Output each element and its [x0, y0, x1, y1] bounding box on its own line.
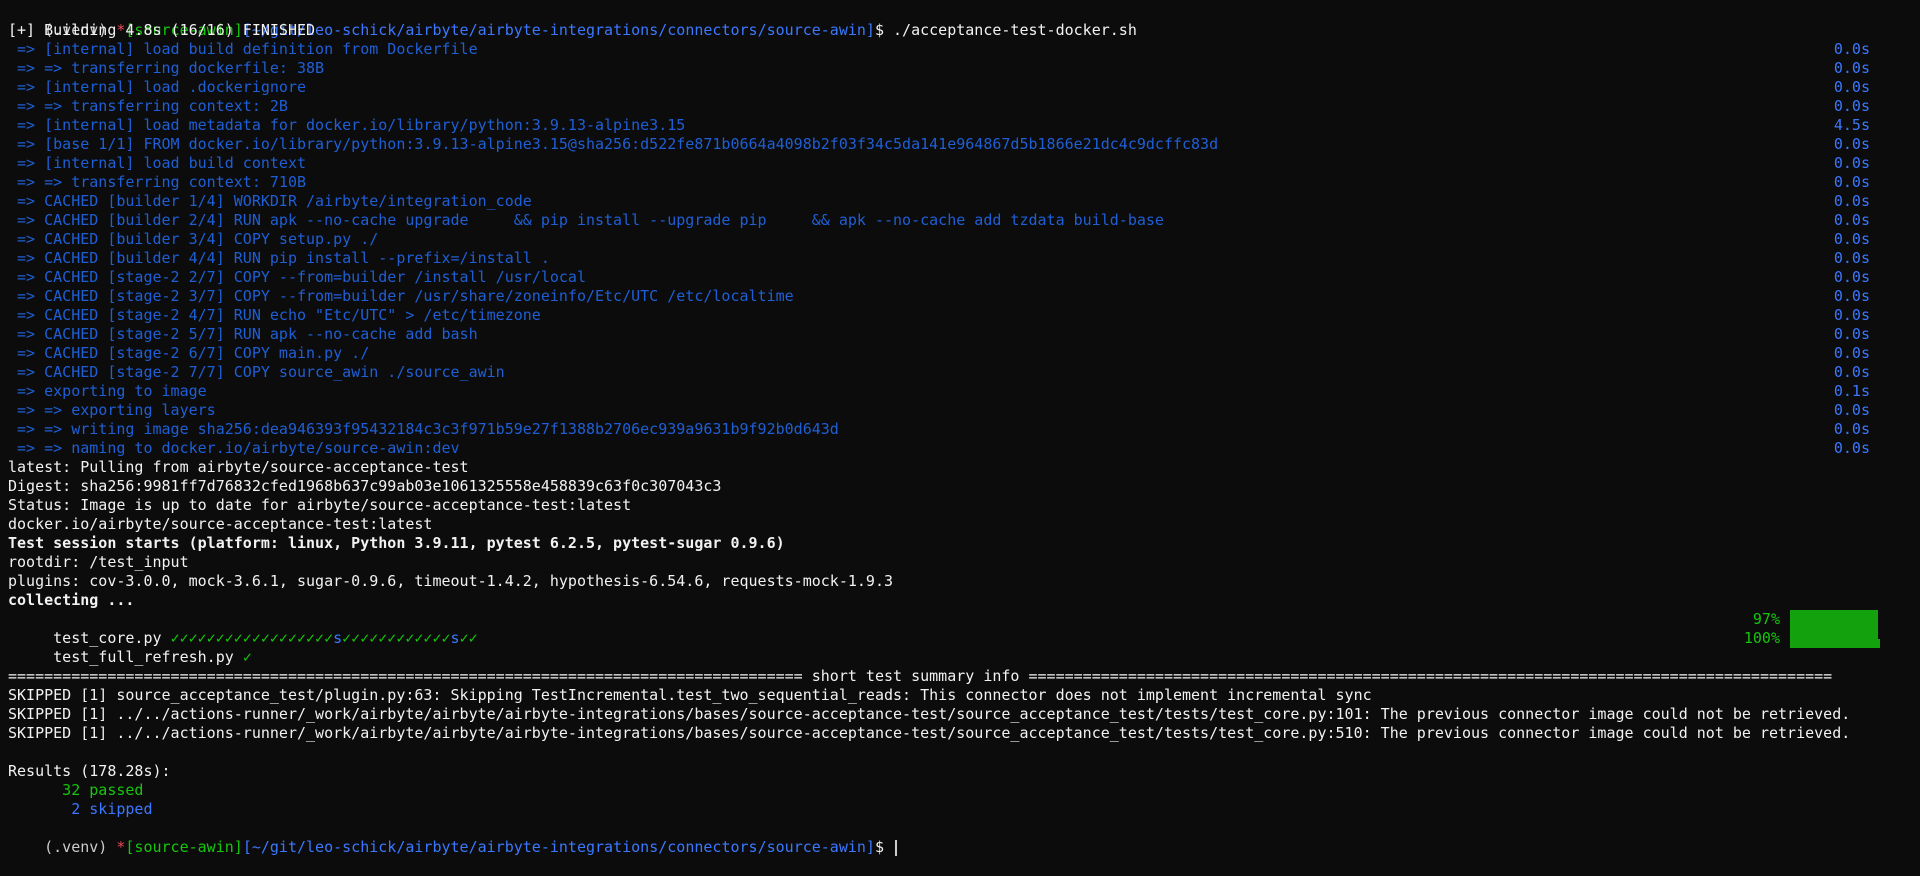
- skipped-list: SKIPPED [1] source_acceptance_test/plugi…: [8, 686, 1912, 743]
- build-step-text: => => transferring dockerfile: 38B: [8, 59, 325, 77]
- passed-count: 32 passed: [8, 781, 144, 799]
- build-step: => [base 1/1] FROM docker.io/library/pyt…: [8, 135, 1912, 154]
- build-step-time: 0.0s: [1833, 420, 1870, 438]
- build-step: => CACHED [builder 1/4] WORKDIR /airbyte…: [8, 192, 1912, 211]
- build-step-text: => CACHED [stage-2 4/7] RUN echo "Etc/UT…: [8, 306, 541, 324]
- build-step-text: => [base 1/1] FROM docker.io/library/pyt…: [8, 135, 1219, 153]
- build-step-time: 0.0s: [1833, 268, 1870, 286]
- pull-line: Status: Image is up to date for airbyte/…: [8, 496, 632, 514]
- build-step-text: => CACHED [stage-2 2/7] COPY --from=buil…: [8, 268, 586, 286]
- build-step: => CACHED [stage-2 6/7] COPY main.py ./ 0…: [8, 344, 1912, 363]
- build-step-text: => CACHED [stage-2 6/7] COPY main.py ./: [8, 344, 370, 362]
- build-step-time: 0.0s: [1833, 135, 1870, 153]
- build-step-text: => => writing image sha256:dea946393f954…: [8, 420, 839, 438]
- cwd-path: [~/git/leo-schick/airbyte/airbyte-integr…: [242, 838, 875, 856]
- build-step-time: 0.0s: [1833, 230, 1870, 248]
- build-step-text: => => naming to docker.io/airbyte/source…: [8, 439, 460, 457]
- build-step: => [internal] load .dockerignore 0.0s: [8, 78, 1912, 97]
- build-step-time: 0.0s: [1833, 154, 1870, 172]
- test-row-full-refresh: test_full_refresh.py ✓ 100%: [8, 629, 1912, 666]
- build-step-text: => CACHED [stage-2 5/7] RUN apk --no-cac…: [8, 325, 478, 343]
- build-step: => CACHED [stage-2 2/7] COPY --from=buil…: [8, 268, 1912, 287]
- build-step-text: => exporting to image: [8, 382, 207, 400]
- build-step: => [internal] load build context 0.0s: [8, 154, 1912, 173]
- build-step-time: 0.0s: [1833, 173, 1870, 191]
- build-step-text: => => exporting layers: [8, 401, 216, 419]
- plugins-line: plugins: cov-3.0.0, mock-3.6.1, sugar-0.…: [8, 572, 894, 590]
- pull-line: latest: Pulling from airbyte/source-acce…: [8, 458, 469, 476]
- build-step: => [internal] load build definition from…: [8, 40, 1912, 59]
- skipped-line: SKIPPED [1] source_acceptance_test/plugi…: [8, 686, 1372, 704]
- build-step-time: 0.0s: [1833, 401, 1870, 419]
- build-step-time: 0.0s: [1833, 78, 1870, 96]
- build-step-time: 4.5s: [1833, 116, 1870, 134]
- session-start: Test session starts (platform: linux, Py…: [8, 534, 785, 552]
- build-step: => => transferring dockerfile: 38B 0.0s: [8, 59, 1912, 78]
- build-step: => CACHED [stage-2 5/7] RUN apk --no-cac…: [8, 325, 1912, 344]
- build-step-text: => => transferring context: 2B: [8, 97, 288, 115]
- collecting-line: collecting ...: [8, 591, 135, 609]
- progress-percent: 97%: [1752, 610, 1780, 628]
- skipped-count: 2 skipped: [8, 800, 153, 818]
- rootdir-line: rootdir: /test_input: [8, 553, 189, 571]
- test-row-core: test_core.py ✓✓✓✓✓✓✓✓✓✓✓✓✓✓✓✓✓✓s✓✓✓✓✓✓✓✓…: [8, 610, 1912, 648]
- build-step-text: => CACHED [builder 3/4] COPY setup.py ./: [8, 230, 379, 248]
- build-step: => => writing image sha256:dea946393f954…: [8, 420, 1912, 439]
- skipped-line: SKIPPED [1] ../../actions-runner/_work/a…: [8, 724, 1851, 742]
- build-step: => CACHED [builder 2/4] RUN apk --no-cac…: [8, 211, 1912, 230]
- venv-label: (.venv): [44, 838, 117, 856]
- pull-line: Digest: sha256:9981ff7d76832cfed1968b637…: [8, 477, 722, 495]
- build-step-time: 0.0s: [1833, 40, 1870, 58]
- progress-bar-edge: [1878, 639, 1880, 648]
- prompt-line-current[interactable]: (.venv) *[source-awin][~/git/leo-schick/…: [8, 819, 1912, 856]
- progress-percent: 100%: [1743, 629, 1780, 647]
- branch-label: [source-awin]: [125, 838, 243, 856]
- build-step-text: => CACHED [builder 2/4] RUN apk --no-cac…: [8, 211, 1164, 229]
- build-step-text: => [internal] load .dockerignore: [8, 78, 307, 96]
- build-step-time: 0.0s: [1833, 211, 1870, 229]
- pull-line: docker.io/airbyte/source-acceptance-test…: [8, 515, 433, 533]
- build-step-time: 0.0s: [1833, 325, 1870, 343]
- build-step: => exporting to image 0.1s: [8, 382, 1912, 401]
- build-step-time: 0.0s: [1833, 306, 1870, 324]
- build-step-time: 0.0s: [1833, 249, 1870, 267]
- build-step: => CACHED [stage-2 3/7] COPY --from=buil…: [8, 287, 1912, 306]
- results-header: Results (178.28s):: [8, 762, 171, 780]
- pull-output: latest: Pulling from airbyte/source-acce…: [8, 458, 1912, 534]
- build-step-text: => CACHED [builder 1/4] WORKDIR /airbyte…: [8, 192, 532, 210]
- build-step-text: => CACHED [stage-2 3/7] COPY --from=buil…: [8, 287, 794, 305]
- build-header: [+] Building 4.8s (16/16) FINISHED: [8, 21, 316, 39]
- terminal-window[interactable]: (.venv) *[source-awin][~/git/leo-schick/…: [0, 0, 1920, 856]
- skipped-line: SKIPPED [1] ../../actions-runner/_work/a…: [8, 705, 1851, 723]
- build-step-time: 0.0s: [1833, 439, 1870, 457]
- build-steps: => [internal] load build definition from…: [8, 40, 1912, 458]
- build-step: => => naming to docker.io/airbyte/source…: [8, 439, 1912, 458]
- build-step: => CACHED [stage-2 4/7] RUN echo "Etc/UT…: [8, 306, 1912, 325]
- build-step: => CACHED [builder 4/4] RUN pip install …: [8, 249, 1912, 268]
- build-step-text: => CACHED [stage-2 7/7] COPY source_awin…: [8, 363, 505, 381]
- summary-header: ========================================…: [8, 667, 1833, 685]
- build-step: => => transferring context: 2B 0.0s: [8, 97, 1912, 116]
- build-step-time: 0.0s: [1833, 59, 1870, 77]
- build-step-time: 0.0s: [1833, 192, 1870, 210]
- build-step-time: 0.0s: [1833, 97, 1870, 115]
- build-step-text: => CACHED [builder 4/4] RUN pip install …: [8, 249, 550, 267]
- build-step: => => transferring context: 710B 0.0s: [8, 173, 1912, 192]
- build-step: => CACHED [builder 3/4] COPY setup.py ./…: [8, 230, 1912, 249]
- build-step-time: 0.0s: [1833, 287, 1870, 305]
- build-step: => [internal] load metadata for docker.i…: [8, 116, 1912, 135]
- build-step-time: 0.1s: [1833, 382, 1870, 400]
- build-step: => => exporting layers 0.0s: [8, 401, 1912, 420]
- build-step: => CACHED [stage-2 7/7] COPY source_awin…: [8, 363, 1912, 382]
- build-step-text: => [internal] load build definition from…: [8, 40, 478, 58]
- build-step-text: => [internal] load metadata for docker.i…: [8, 116, 686, 134]
- build-step-time: 0.0s: [1833, 363, 1870, 381]
- build-step-text: => => transferring context: 710B: [8, 173, 307, 191]
- build-step-text: => [internal] load build context: [8, 154, 307, 172]
- prompt-dollar: $: [874, 838, 894, 856]
- build-step-time: 0.0s: [1833, 344, 1870, 362]
- prompt-line: (.venv) *[source-awin][~/git/leo-schick/…: [8, 2, 1912, 39]
